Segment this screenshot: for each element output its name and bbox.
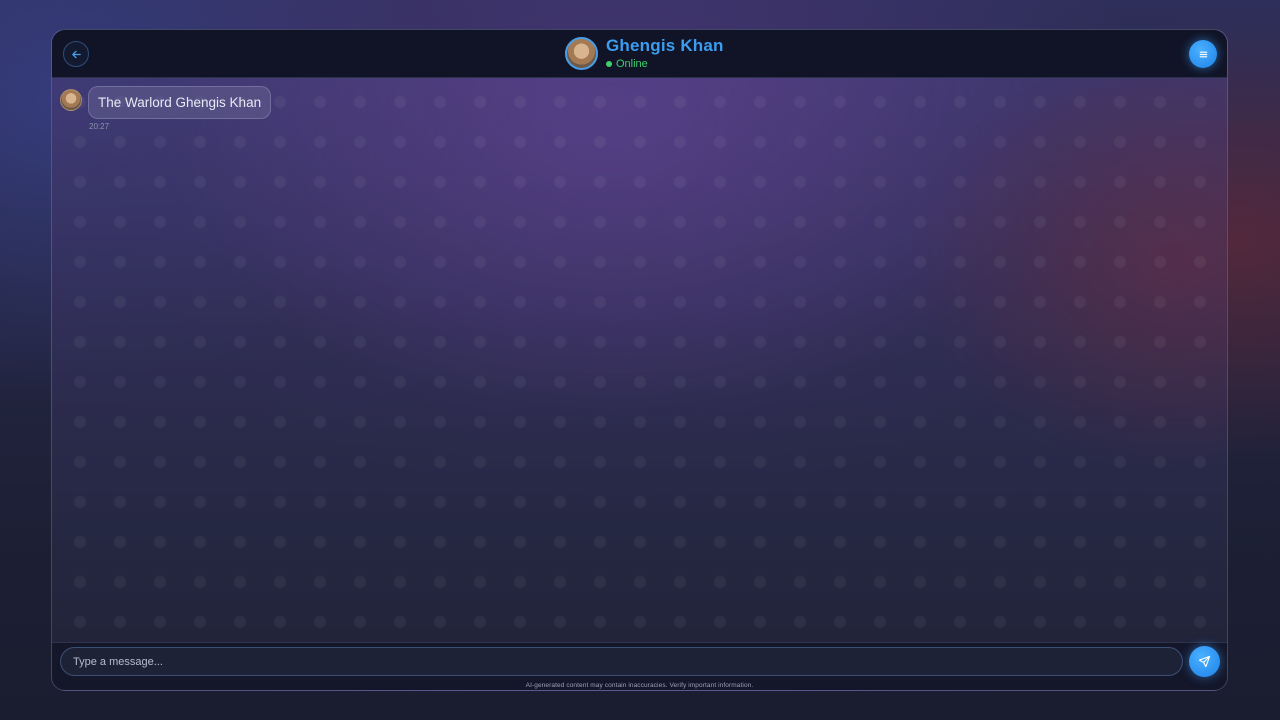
message-bubble: The Warlord Ghengis Khan bbox=[88, 86, 272, 119]
online-dot-icon bbox=[606, 60, 612, 67]
message-input[interactable] bbox=[60, 647, 1183, 676]
send-icon bbox=[1198, 655, 1211, 668]
status-label: Online bbox=[616, 57, 648, 70]
ai-disclaimer: AI-generated content may contain inaccur… bbox=[525, 682, 754, 689]
send-button[interactable] bbox=[1189, 646, 1220, 677]
chat-background-pattern bbox=[52, 78, 1227, 642]
contact-avatar bbox=[565, 36, 598, 70]
chat-header: Ghengis Khan Online bbox=[52, 30, 1227, 78]
message-timestamp: 20:27 bbox=[89, 122, 110, 131]
composer-bar: AI-generated content may contain inaccur… bbox=[52, 642, 1227, 690]
back-button[interactable] bbox=[63, 41, 89, 67]
contact-name: Ghengis Khan bbox=[606, 35, 724, 55]
arrow-left-icon bbox=[71, 50, 81, 58]
menu-icon bbox=[1199, 51, 1207, 57]
contact-info[interactable]: Ghengis Khan Online bbox=[565, 35, 724, 71]
menu-button[interactable] bbox=[1189, 40, 1217, 68]
contact-status: Online bbox=[606, 57, 724, 71]
chat-window: Ghengis Khan Online The Warlord Ghengis … bbox=[51, 29, 1228, 691]
message-row: The Warlord Ghengis Khan 20:27 bbox=[60, 86, 272, 131]
message-avatar bbox=[60, 89, 82, 111]
